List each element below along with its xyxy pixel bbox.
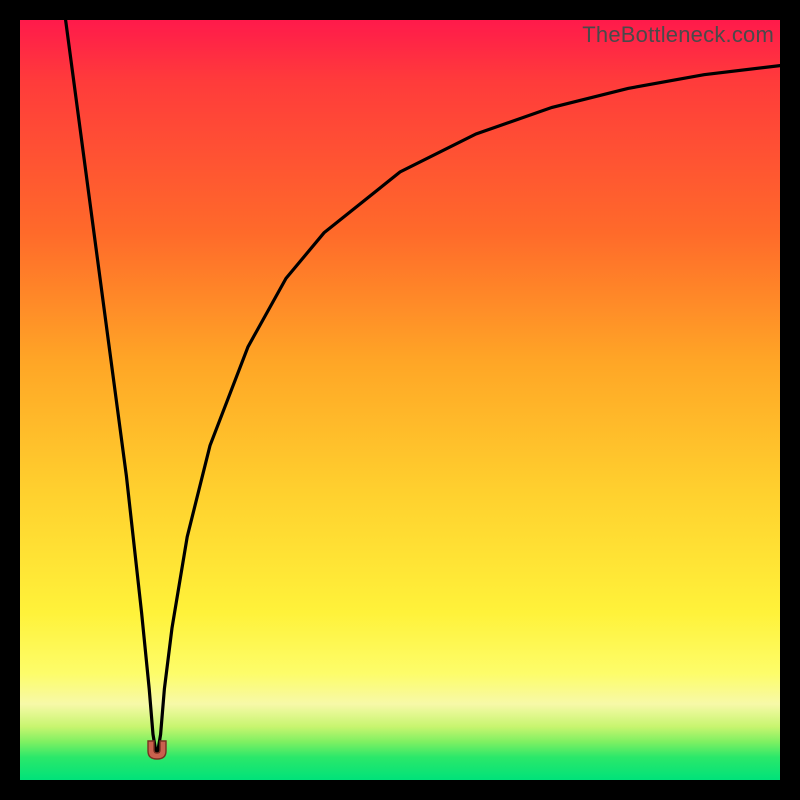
min-marker-icon xyxy=(144,739,170,761)
u-shape xyxy=(148,741,166,759)
chart-frame: TheBottleneck.com xyxy=(0,0,800,800)
plot-area: TheBottleneck.com xyxy=(20,20,780,780)
curve-path xyxy=(66,20,780,757)
bottleneck-curve xyxy=(20,20,780,780)
watermark-text: TheBottleneck.com xyxy=(582,22,774,48)
